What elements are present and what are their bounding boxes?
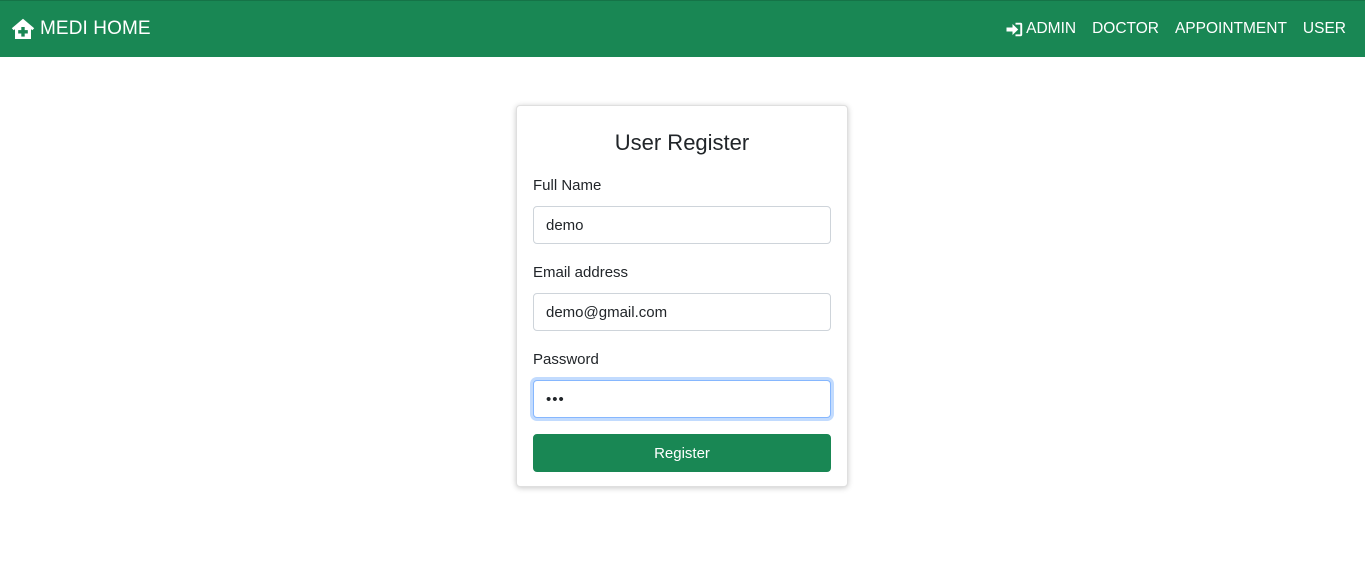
top-navbar: MEDI HOME ADMIN DOCTOR APPOINTMENT USER bbox=[0, 0, 1365, 57]
register-button[interactable]: Register bbox=[533, 434, 831, 472]
nav-link-doctor-label: DOCTOR bbox=[1092, 20, 1159, 37]
nav-link-appointment[interactable]: APPOINTMENT bbox=[1175, 20, 1287, 38]
nav-link-admin-label: ADMIN bbox=[1026, 20, 1077, 37]
brand-name: MEDI HOME bbox=[40, 18, 151, 39]
nav-link-user[interactable]: USER bbox=[1303, 20, 1346, 38]
register-card: User Register Full Name Email address Pa… bbox=[516, 105, 848, 487]
email-input[interactable] bbox=[533, 293, 831, 331]
nav-link-user-label: USER bbox=[1302, 20, 1346, 37]
nav-link-appointment-label: APPOINTMENT bbox=[1174, 20, 1287, 37]
full-name-input[interactable] bbox=[533, 206, 831, 244]
nav-link-admin[interactable]: ADMIN bbox=[1006, 20, 1076, 38]
house-medical-icon bbox=[11, 18, 35, 39]
full-name-label: Full Name bbox=[533, 177, 602, 194]
password-label: Password bbox=[533, 351, 599, 368]
login-icon bbox=[1006, 22, 1023, 36]
nav-links: ADMIN DOCTOR APPOINTMENT USER bbox=[1006, 20, 1346, 38]
brand-link[interactable]: MEDI HOME bbox=[11, 18, 151, 40]
nav-link-doctor[interactable]: DOCTOR bbox=[1092, 20, 1159, 38]
form-title: User Register bbox=[614, 130, 750, 155]
password-input[interactable] bbox=[533, 380, 831, 418]
email-label: Email address bbox=[533, 264, 629, 281]
